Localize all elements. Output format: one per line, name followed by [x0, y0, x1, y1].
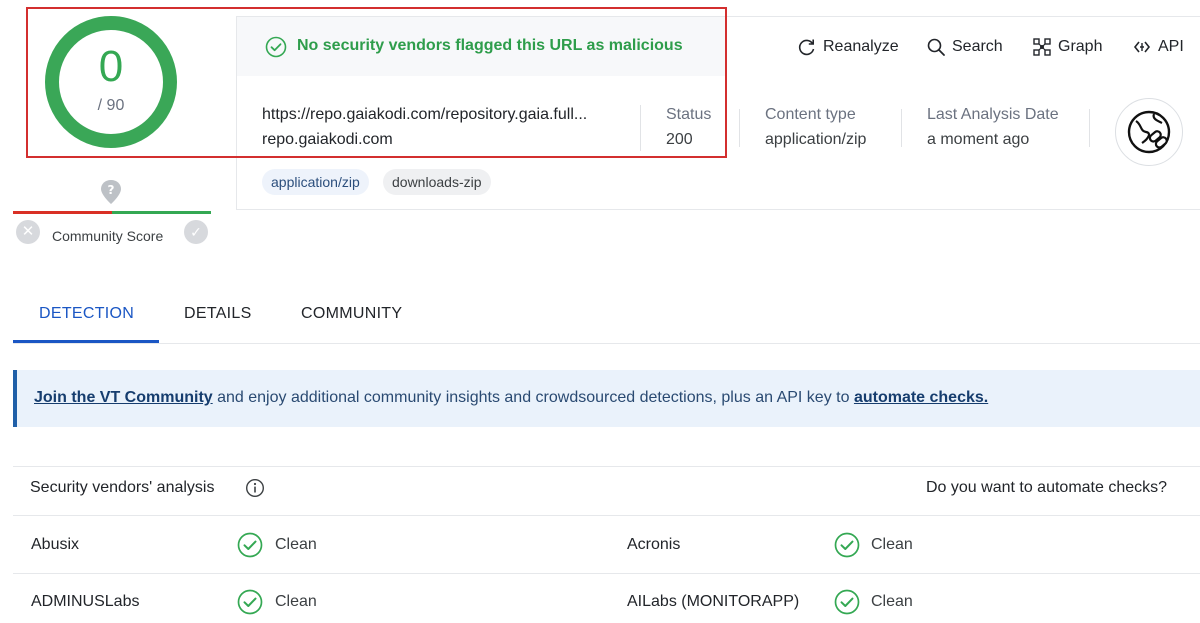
api-icon [1133, 41, 1151, 53]
search-button[interactable]: Search [926, 37, 1003, 57]
vendor-verdict: Clean [871, 536, 913, 553]
status-value: 200 [666, 131, 693, 148]
graph-label: Graph [1058, 38, 1103, 55]
vendor-verdict: Clean [871, 593, 913, 610]
globe-link-icon [1127, 110, 1171, 154]
community-bar-positive [112, 211, 211, 214]
tab-details[interactable]: DETAILS [184, 305, 252, 323]
vote-malicious-icon[interactable]: ✕ [16, 220, 40, 244]
meta-divider [640, 105, 641, 151]
table-row-divider [13, 573, 1200, 574]
meta-divider [739, 109, 740, 147]
reanalyze-button[interactable]: Reanalyze [797, 37, 899, 57]
community-bar-negative [13, 211, 112, 214]
url-summary-card: No security vendors flagged this URL as … [236, 16, 1200, 210]
table-border [13, 466, 1200, 467]
last-analysis-label: Last Analysis Date [927, 106, 1059, 123]
vendor-name: ADMINUSLabs [31, 593, 140, 610]
graph-icon [1033, 38, 1051, 56]
vendor-name: Acronis [627, 536, 681, 553]
meta-divider [901, 109, 902, 147]
vendor-verdict: Clean [275, 536, 317, 553]
reanalyze-icon [798, 39, 815, 56]
automate-checks-prompt[interactable]: Do you want to automate checks? [926, 479, 1167, 497]
automate-checks-link[interactable]: automate checks. [854, 389, 988, 406]
community-question-icon: ? [101, 180, 121, 204]
vendor-total: / 90 [97, 97, 125, 114]
detection-score-gauge: 0 / 90 [44, 15, 178, 149]
clean-check-icon [237, 589, 263, 615]
tabs-divider [13, 343, 1200, 344]
analyzed-url[interactable]: https://repo.gaiakodi.com/repository.gai… [262, 106, 587, 124]
verdict-message: No security vendors flagged this URL as … [297, 37, 683, 54]
reanalyze-label: Reanalyze [823, 38, 899, 55]
cta-text: Join the VT Community and enjoy addition… [34, 389, 988, 407]
api-button[interactable]: API [1132, 37, 1184, 57]
tab-community[interactable]: COMMUNITY [301, 305, 402, 323]
vendor-verdict: Clean [275, 593, 317, 610]
verdict-banner: No security vendors flagged this URL as … [237, 17, 727, 76]
search-label: Search [952, 38, 1003, 55]
content-type-label: Content type [765, 106, 856, 123]
svg-text:?: ? [108, 183, 115, 197]
vendor-name: AILabs (MONITORAPP) [627, 593, 800, 610]
community-score-label: Community Score [52, 228, 164, 244]
url-favicon [1115, 98, 1183, 166]
meta-divider [1089, 109, 1090, 147]
url-hostname[interactable]: repo.gaiakodi.com [262, 131, 393, 149]
search-icon [927, 38, 945, 56]
tag-chip[interactable]: application/zip [262, 169, 369, 195]
vote-harmless-icon[interactable]: ✓ [184, 220, 208, 244]
last-analysis-value: a moment ago [927, 131, 1030, 148]
clean-check-icon [237, 532, 263, 558]
graph-button[interactable]: Graph [1032, 37, 1102, 57]
tag-chip[interactable]: downloads-zip [383, 169, 491, 195]
content-type-value: application/zip [765, 131, 867, 148]
status-label: Status [666, 106, 712, 123]
api-label: API [1158, 38, 1184, 55]
join-community-link[interactable]: Join the VT Community [34, 389, 213, 406]
vendor-name: Abusix [31, 536, 80, 553]
check-circle-icon [265, 36, 287, 58]
detection-count: 0 [98, 42, 124, 91]
clean-check-icon [834, 589, 860, 615]
tab-detection[interactable]: DETECTION [39, 305, 134, 323]
info-icon[interactable] [245, 478, 265, 498]
cta-body: and enjoy additional community insights … [212, 389, 854, 406]
table-row-divider [13, 515, 1200, 516]
vendors-analysis-title: Security vendors' analysis [30, 479, 215, 496]
clean-check-icon [834, 532, 860, 558]
community-cta-banner: Join the VT Community and enjoy addition… [13, 370, 1200, 427]
